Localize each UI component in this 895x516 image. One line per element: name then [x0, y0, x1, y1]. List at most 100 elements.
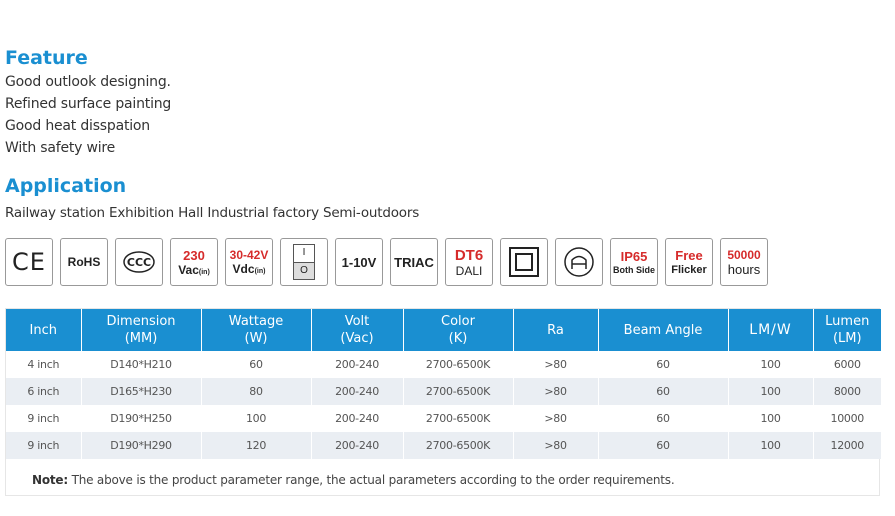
feature-line: Good heat disspation [5, 118, 150, 134]
switch-off-label: O [294, 261, 314, 279]
ccc-badge: CCC [115, 238, 163, 286]
header-dimension: Dimension (MM) [81, 309, 202, 351]
ip65-badge: IP65 Both Side [610, 238, 658, 286]
hours-label: hours [727, 261, 761, 277]
table-cell: 100 [201, 405, 312, 432]
table-cell: 6 inch [6, 378, 82, 405]
table-cell: 12000 [813, 432, 881, 459]
table-cell: 9 inch [6, 405, 82, 432]
table-cell: 6000 [813, 351, 881, 378]
table-cell: 2700-6500K [403, 432, 514, 459]
vdc-value: 30-42V [229, 248, 269, 262]
switch-on-label: I [302, 247, 306, 259]
table-cell: 60 [598, 351, 729, 378]
table-cell: 200-240 [311, 432, 404, 459]
table-cell: 80 [201, 378, 312, 405]
ip65-sub: Both Side [613, 264, 655, 275]
dali-label: DALI [455, 263, 483, 278]
table-cell: 9 inch [6, 432, 82, 459]
application-title: Application [5, 175, 127, 197]
table-cell: 100 [728, 432, 814, 459]
table-cell: D140*H210 [81, 351, 202, 378]
feature-line: Refined surface painting [5, 96, 172, 112]
table-cell: D190*H290 [81, 432, 202, 459]
header-lumen: Lumen (LM) [813, 309, 881, 351]
table-cell: 100 [728, 378, 814, 405]
table-cell: 200-240 [311, 378, 404, 405]
vdc-sub: (in) [254, 268, 266, 275]
spec-table-panel: Inch Dimension (MM) Wattage (W) Volt (Vac) … [5, 308, 881, 496]
table-cell: 2700-6500K [403, 378, 514, 405]
header-color: Color (K) [403, 309, 514, 351]
application-text: Railway station Exhibition Hall Industri… [5, 205, 420, 221]
table-cell: 60 [598, 405, 729, 432]
ccc-label: CCC [127, 256, 151, 269]
feature-title: Feature [5, 47, 88, 69]
rohs-badge: RoHS [60, 238, 108, 286]
vac-value: 230 [183, 247, 205, 263]
rocker-switch-icon: I O [293, 244, 315, 280]
table-cell: 4 inch [6, 351, 82, 378]
hours-value: 50000 [727, 247, 761, 262]
table-cell: >80 [513, 405, 599, 432]
dali-badge: DT6 DALI [445, 238, 493, 286]
triac-label: TRIAC [394, 254, 434, 270]
table-cell: 120 [201, 432, 312, 459]
note-text: The above is the product parameter range… [67, 473, 675, 487]
table-cell: 2700-6500K [403, 405, 514, 432]
dimming-label: 1-10V [341, 254, 377, 270]
vdc-label: Vdc [232, 262, 255, 276]
ce-badge: CE [5, 238, 53, 286]
vdc-badge: 30-42V Vdc(in) [225, 238, 273, 286]
note-label: Note: [32, 473, 68, 487]
table-cell: 200-240 [311, 351, 404, 378]
table-cell: >80 [513, 378, 599, 405]
table-cell: 100 [728, 351, 814, 378]
header-wattage: Wattage (W) [201, 309, 312, 351]
table-row: 4 inch D140*H210 60 200-240 2700-6500K >… [6, 351, 881, 378]
table-header-row: Inch Dimension (MM) Wattage (W) Volt (Vac) … [6, 309, 881, 351]
switch-badge: I O [280, 238, 328, 286]
feature-line: Good outlook designing. [5, 74, 171, 90]
spec-table: Inch Dimension (MM) Wattage (W) Volt (Vac) … [6, 309, 881, 459]
table-cell: 60 [598, 432, 729, 459]
flicker-free-badge: Free Flicker [665, 238, 713, 286]
header-inch: Inch [6, 309, 82, 351]
table-cell: >80 [513, 432, 599, 459]
flicker-label: Flicker [671, 263, 707, 276]
table-cell: D165*H230 [81, 378, 202, 405]
table-cell: 200-240 [311, 405, 404, 432]
header-lm-w: LM/W [728, 309, 814, 351]
table-row: 9 inch D190*H250 100 200-240 2700-6500K … [6, 405, 881, 432]
free-label: Free [675, 247, 703, 263]
table-cell: 8000 [813, 378, 881, 405]
table-cell: >80 [513, 351, 599, 378]
ip65-label: IP65 [620, 248, 648, 264]
table-note: Note: The above is the product parameter… [32, 473, 675, 487]
table-row: 9 inch D190*H290 120 200-240 2700-6500K … [6, 432, 881, 459]
header-volt: Volt (Vac) [311, 309, 404, 351]
table-cell: D190*H250 [81, 405, 202, 432]
header-ra: Ra [513, 309, 599, 351]
header-beam-angle: Beam Angle [598, 309, 729, 351]
rohs-label: RoHS [67, 255, 101, 269]
vac-badge: 230 Vac(in) [170, 238, 218, 286]
table-cell: 100 [728, 405, 814, 432]
ccc-mark-icon: CCC [123, 251, 155, 273]
table-cell: 10000 [813, 405, 881, 432]
double-insulation-badge [500, 238, 548, 286]
table-row: 6 inch D165*H230 80 200-240 2700-6500K >… [6, 378, 881, 405]
f-mark-icon [564, 247, 594, 277]
dt6-label: DT6 [454, 246, 484, 264]
table-cell: 2700-6500K [403, 351, 514, 378]
lifetime-badge: 50000 hours [720, 238, 768, 286]
double-square-icon [509, 247, 539, 277]
vac-sub: (in) [198, 268, 210, 276]
ce-mark-icon: CE [12, 248, 46, 276]
dimming-badge: 1-10V [335, 238, 383, 286]
triac-badge: TRIAC [390, 238, 438, 286]
table-cell: 60 [598, 378, 729, 405]
table-cell: 60 [201, 351, 312, 378]
feature-line: With safety wire [5, 140, 116, 156]
f-mark-badge [555, 238, 603, 286]
